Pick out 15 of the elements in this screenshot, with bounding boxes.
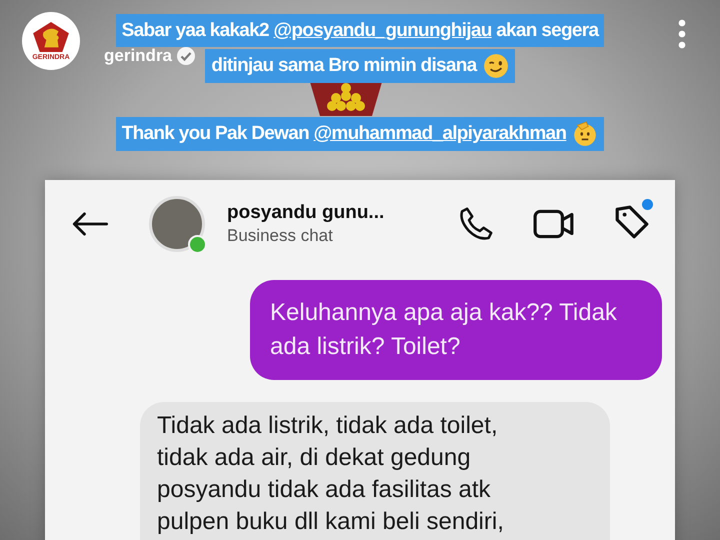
back-arrow-icon[interactable] [71,212,109,236]
mention-link[interactable]: @muhammad_alpiyarakhman [314,123,566,144]
chat-subtitle: Business chat [227,226,334,246]
caption-text: Sabar yaa kakak2 @posyandu_gununghijau akan segera [116,14,604,47]
more-options-icon[interactable] [678,19,686,49]
caption-text: Thank you Pak Dewan @muhammad_alpiyarakhman [116,117,604,151]
received-message: Tidak ada listrik, tidak ada toilet, tidak ada air, di dekat gedung posyandu tidak ada fasilitas atk pulpen buku dll kami beli sendiri, [140,402,610,540]
tag-icon[interactable] [613,202,651,240]
username[interactable]: gerindra [104,46,172,66]
sent-message: Keluhannya apa aja kak?? Tidak ada listrik? Toilet? [250,280,662,380]
caption-text: ditinjau sama Bro mimin disana [205,49,515,83]
contact-name: posyandu gunu... [227,202,384,224]
logo-drawing [310,82,382,116]
mention-link[interactable]: @posyandu_gununghijau [274,20,492,41]
video-camera-icon[interactable] [533,208,575,240]
